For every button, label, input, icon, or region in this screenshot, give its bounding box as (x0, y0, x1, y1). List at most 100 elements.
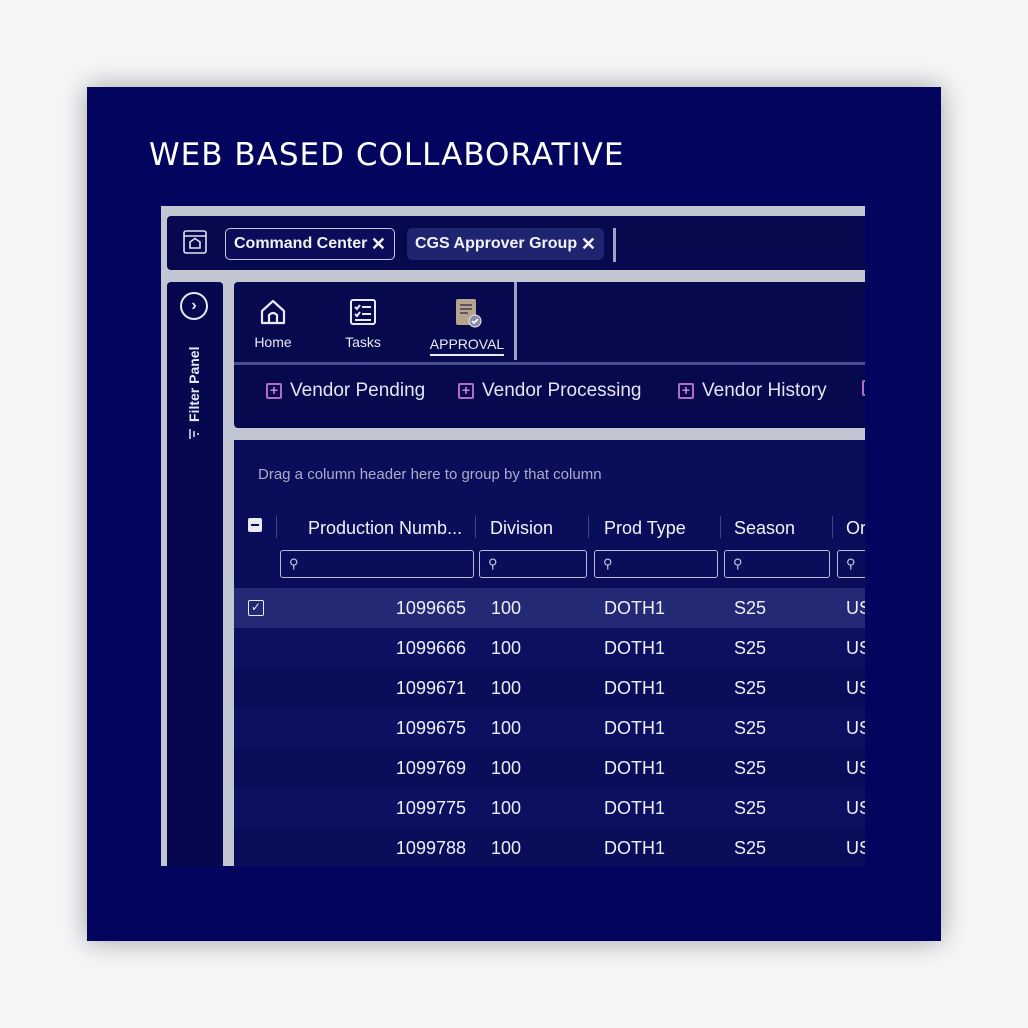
table-row[interactable]: 1099675 100 DOTH1 S25 US (234, 708, 865, 748)
cell-season: S25 (734, 638, 767, 658)
tasks-button[interactable]: Tasks (328, 296, 398, 356)
home-icon (260, 299, 286, 325)
column-divider (475, 516, 476, 538)
sub-tab-label: Vendor History (702, 380, 827, 401)
cell-prod-type: DOTH1 (604, 758, 666, 778)
plus-icon: + (458, 383, 474, 399)
table-row[interactable]: 1099775 100 DOTH1 S25 US (234, 788, 865, 828)
origin-filter-input[interactable]: ⚲ (837, 550, 865, 578)
tab-cgs-approver-group[interactable]: CGS Approver Group ✕ (407, 228, 604, 260)
cell-production: 1099788 (395, 838, 466, 858)
cell-origin: US (846, 718, 865, 738)
cell-production: 1099671 (395, 678, 466, 698)
close-icon[interactable]: ✕ (581, 235, 596, 253)
search-icon: ⚲ (846, 556, 856, 571)
promo-card: WEB BASED COLLABORATIVE Command Center ✕… (87, 87, 941, 941)
row-checkbox[interactable]: ✓ (248, 600, 264, 616)
cell-prod-type: DOTH1 (604, 638, 666, 658)
cell-season: S25 (734, 838, 767, 858)
column-header-season[interactable]: Season (734, 510, 795, 546)
cell-production: 1099769 (395, 758, 466, 778)
tab-bar: Command Center ✕ CGS Approver Group ✕ (167, 216, 865, 270)
tab-label: Command Center (234, 235, 368, 252)
data-grid: Drag a column header here to group by th… (234, 440, 865, 866)
filter-panel-text: Filter Panel (186, 346, 202, 422)
column-header-production[interactable]: Production Numb... (308, 510, 462, 546)
tab-command-center[interactable]: Command Center ✕ (225, 228, 395, 260)
plus-icon: + (678, 383, 694, 399)
table-row[interactable]: 1099671 100 DOTH1 S25 US (234, 668, 865, 708)
cell-origin: US (846, 678, 865, 698)
cell-division: 100 (491, 838, 522, 858)
table-row[interactable]: 1099666 100 DOTH1 S25 US (234, 628, 865, 668)
column-header-origin[interactable]: Or (846, 510, 865, 546)
tab-vendor-history[interactable]: + Vendor History (678, 380, 827, 402)
tasks-icon (350, 299, 376, 325)
plus-icon: + (266, 383, 282, 399)
cell-prod-type: DOTH1 (604, 838, 666, 858)
column-divider (720, 516, 721, 538)
sub-tab-label: Vendor Processing (482, 380, 642, 401)
division-filter-input[interactable]: ⚲ (479, 550, 587, 578)
column-header-division[interactable]: Division (490, 510, 553, 546)
hero-title: WEB BASED COLLABORATIVE (149, 137, 625, 173)
tasks-label: Tasks (345, 334, 381, 350)
select-all-checkbox[interactable] (248, 518, 262, 532)
cell-production: 1099666 (395, 638, 466, 658)
cell-prod-type: DOTH1 (604, 718, 666, 738)
table-row[interactable]: 1099788 100 DOTH1 S25 US (234, 828, 865, 866)
cell-season: S25 (734, 798, 767, 818)
table-row[interactable]: 1099769 100 DOTH1 S25 US (234, 748, 865, 788)
column-divider (588, 516, 589, 538)
ribbon-divider (514, 282, 517, 360)
approval-label: APPROVAL (429, 336, 505, 356)
season-filter-input[interactable]: ⚲ (724, 550, 830, 578)
close-icon[interactable]: ✕ (371, 235, 386, 253)
search-icon: ⚲ (488, 556, 498, 571)
cell-division: 100 (491, 638, 522, 658)
chevron-right-icon[interactable]: › (180, 292, 208, 320)
tab-vendor-pending[interactable]: + Vendor Pending (266, 380, 425, 402)
tab-divider (613, 228, 616, 262)
cell-division: 100 (491, 758, 522, 778)
cell-production: 1099675 (395, 718, 466, 738)
home-label: Home (254, 334, 292, 350)
prod-type-filter-input[interactable]: ⚲ (594, 550, 718, 578)
search-icon: ⚲ (289, 556, 299, 571)
cell-prod-type: DOTH1 (604, 798, 666, 818)
search-icon: ⚲ (603, 556, 613, 571)
search-icon: ⚲ (733, 556, 743, 571)
approval-button[interactable]: APPROVAL (424, 296, 510, 356)
cell-season: S25 (734, 758, 767, 778)
column-header-prod-type[interactable]: Prod Type (604, 510, 686, 546)
app-screenshot: Command Center ✕ CGS Approver Group ✕ › … (161, 206, 865, 866)
production-filter-input[interactable]: ⚲ (280, 550, 474, 578)
approval-icon (456, 299, 482, 328)
cell-season: S25 (734, 598, 767, 618)
cell-origin: US (846, 838, 865, 858)
cell-season: S25 (734, 678, 767, 698)
column-divider (832, 516, 833, 538)
cell-season: S25 (734, 718, 767, 738)
cell-division: 100 (491, 718, 522, 738)
cell-division: 100 (491, 598, 522, 618)
filter-panel-label[interactable]: Filter Panel (182, 330, 206, 440)
ribbon-separator (234, 362, 865, 365)
cell-origin: US (846, 758, 865, 778)
table-row[interactable]: ✓ 1099665 100 DOTH1 S25 US (234, 588, 865, 628)
home-button[interactable]: Home (238, 296, 308, 356)
ribbon-toolbar: Home Tasks APPROVAL + Vendor Pending + V… (234, 282, 865, 428)
plus-icon (862, 380, 865, 396)
column-divider (276, 516, 277, 538)
tab-label: CGS Approver Group (415, 235, 578, 252)
cell-division: 100 (491, 798, 522, 818)
filter-panel: › Filter Panel (167, 282, 223, 866)
tab-more[interactable] (862, 380, 865, 396)
tab-vendor-processing[interactable]: + Vendor Processing (458, 380, 642, 402)
filter-icon (189, 429, 199, 439)
cell-origin: US (846, 638, 865, 658)
cell-origin: US (846, 598, 865, 618)
cell-prod-type: DOTH1 (604, 598, 666, 618)
app-home-icon[interactable] (182, 229, 208, 255)
group-by-hint[interactable]: Drag a column header here to group by th… (258, 466, 602, 483)
